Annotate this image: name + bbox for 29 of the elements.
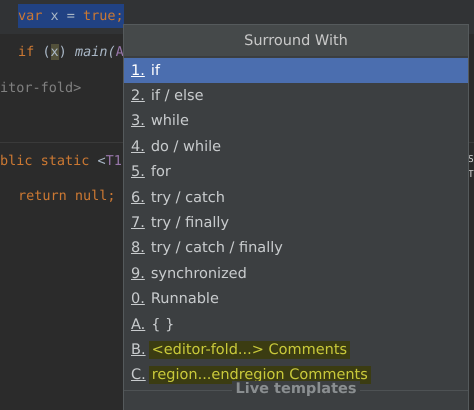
code-token: x (50, 44, 59, 60)
code-token: itor-fold> (0, 80, 82, 96)
code-token: main( (74, 44, 116, 60)
menu-item[interactable]: 3. while (124, 108, 468, 134)
popup-title: Surround With (124, 25, 468, 57)
menu-item[interactable]: 7. try / finally (124, 210, 468, 236)
section-label: Live templates (232, 381, 360, 398)
menu-item[interactable]: 2. if / else (124, 83, 468, 109)
code-token: if (18, 44, 34, 60)
code-token: T1 (106, 152, 122, 168)
menu-item[interactable]: B. <editor-fold...> Comments (124, 337, 468, 363)
code-token: < (96, 152, 106, 168)
code-token: A (116, 44, 124, 60)
menu-item[interactable]: 4. do / while (124, 134, 468, 160)
menu-item[interactable]: 0. Runnable (124, 286, 468, 312)
menu-item[interactable]: 8. try / catch / finally (124, 236, 468, 262)
menu-item[interactable]: 9. synchronized (124, 261, 468, 287)
menu-item[interactable]: 1. if (124, 58, 468, 84)
code-token: var (18, 8, 42, 24)
code-token: x = (50, 8, 76, 24)
code-fragment: T (468, 168, 474, 182)
code-token: blic static (0, 152, 90, 168)
code-token: return null; (18, 188, 116, 204)
code-token: true; (83, 8, 124, 24)
menu-item[interactable]: 5. for (124, 160, 468, 185)
menu-item[interactable]: 6. try / catch (124, 184, 468, 210)
code-token: ( (41, 44, 51, 60)
menu-item[interactable]: A. { } (124, 312, 468, 338)
code-token: ) (58, 44, 68, 60)
